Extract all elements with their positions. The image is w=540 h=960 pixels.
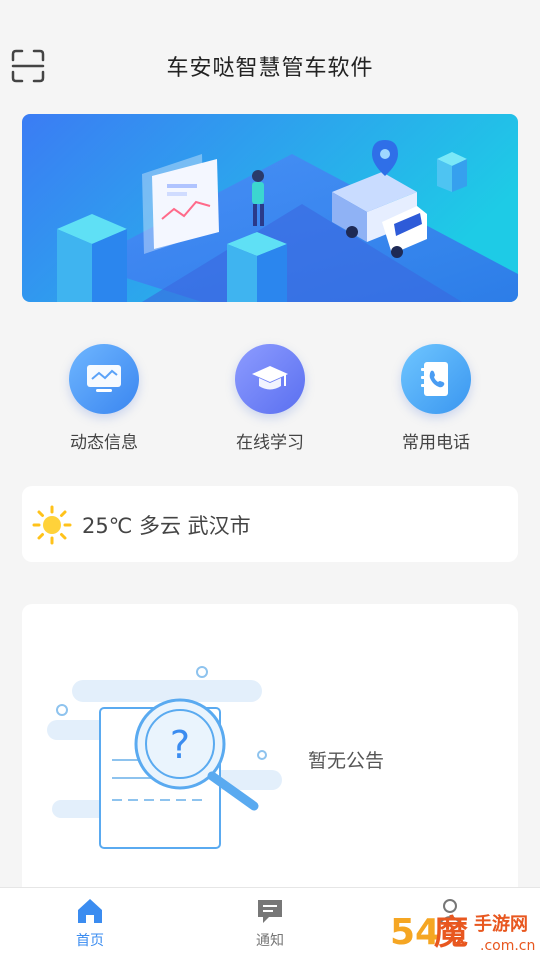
monitor-icon	[69, 344, 139, 414]
tab-home[interactable]: 首页	[0, 888, 180, 960]
svg-text:魔: 魔	[434, 913, 468, 953]
weather-card[interactable]: 25℃ 多云 武汉市	[22, 486, 518, 562]
weather-text: 25℃ 多云 武汉市	[82, 514, 251, 538]
phone-book-icon	[401, 344, 471, 414]
tab-notice[interactable]: 通知	[180, 888, 360, 960]
svg-text:手游网: 手游网	[474, 913, 528, 935]
quick-item-label: 常用电话	[402, 433, 470, 453]
graduation-cap-icon	[235, 344, 305, 414]
magnifier-question-document-illustration: ?	[47, 666, 282, 849]
notice-empty-text: 暂无公告	[308, 750, 385, 772]
notice-card: ? 暂无公告	[22, 604, 518, 904]
tab-label: 通知	[256, 933, 284, 949]
quick-item-label: 在线学习	[236, 433, 304, 453]
home-icon	[78, 899, 102, 923]
watermark-logo: 54 魔 手游网 .com.cn	[390, 912, 535, 954]
banner[interactable]	[22, 114, 518, 302]
quick-item-label: 动态信息	[70, 433, 138, 453]
quick-item-online-learning[interactable]: 在线学习	[200, 340, 340, 453]
sun-icon	[32, 505, 72, 545]
svg-text:.com.cn: .com.cn	[480, 938, 535, 954]
svg-text:?: ?	[170, 723, 190, 767]
page-title: 车安哒智慧管车软件	[166, 56, 374, 81]
quick-menu: 动态信息 在线学习 常用电话	[22, 340, 518, 453]
banner-illustration	[22, 114, 518, 302]
tab-label: 首页	[76, 933, 104, 949]
svg-text:54: 54	[390, 912, 440, 953]
message-icon	[258, 900, 282, 923]
header: 车安哒智慧管车软件	[0, 0, 540, 110]
quick-item-dynamic-info[interactable]: 动态信息	[34, 340, 174, 453]
quick-item-common-phone[interactable]: 常用电话	[366, 340, 506, 453]
